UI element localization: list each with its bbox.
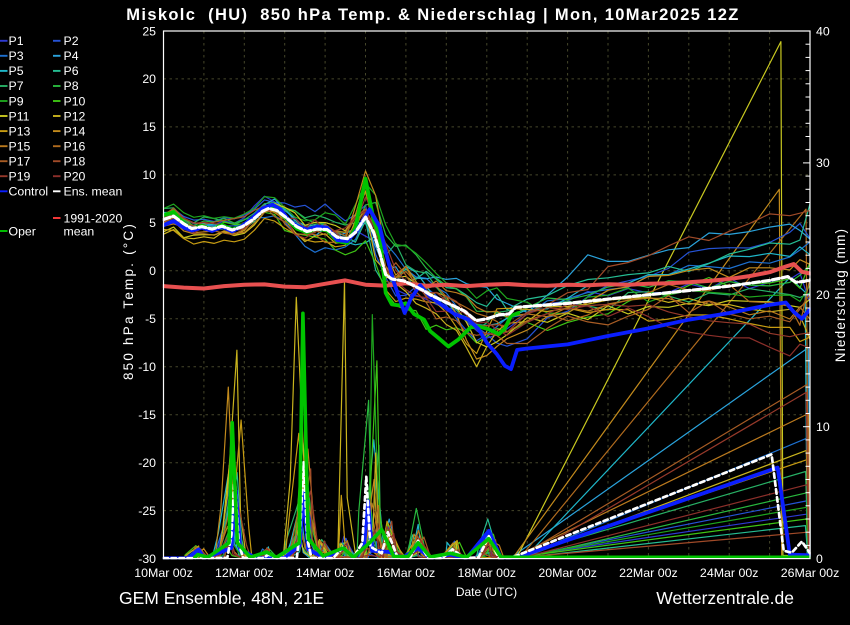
svg-text:30: 30 (816, 156, 830, 170)
svg-text:GEM Ensemble, 48N, 21E: GEM Ensemble, 48N, 21E (119, 588, 324, 608)
svg-text:20: 20 (816, 288, 830, 302)
svg-text:22Mar 00z: 22Mar 00z (619, 566, 678, 580)
svg-text:-15: -15 (138, 408, 156, 422)
svg-text:P6: P6 (64, 64, 79, 78)
svg-text:P5: P5 (9, 64, 24, 78)
svg-text:850 hPa Temp. (°C): 850 hPa Temp. (°C) (121, 222, 136, 380)
svg-text:-10: -10 (138, 360, 156, 374)
svg-text:0: 0 (149, 264, 156, 278)
svg-text:P20: P20 (64, 170, 86, 184)
svg-text:P18: P18 (64, 155, 86, 169)
svg-text:-25: -25 (138, 504, 156, 518)
svg-text:P17: P17 (9, 155, 31, 169)
svg-text:10Mar 00z: 10Mar 00z (134, 566, 193, 580)
svg-text:P10: P10 (64, 94, 86, 108)
svg-text:-30: -30 (138, 552, 156, 566)
svg-text:P2: P2 (64, 34, 79, 48)
svg-text:Ens. mean: Ens. mean (64, 185, 123, 199)
svg-text:26Mar 00z: 26Mar 00z (781, 566, 840, 580)
svg-text:P11: P11 (9, 109, 30, 123)
svg-text:P16: P16 (64, 140, 86, 154)
svg-text:P14: P14 (64, 124, 86, 138)
svg-text:18Mar 00z: 18Mar 00z (458, 566, 517, 580)
svg-text:24Mar 00z: 24Mar 00z (700, 566, 759, 580)
svg-text:20: 20 (142, 72, 156, 86)
svg-text:10: 10 (816, 420, 830, 434)
svg-text:Control: Control (9, 185, 49, 199)
svg-text:P9: P9 (9, 94, 24, 108)
svg-text:25: 25 (142, 24, 156, 38)
svg-text:Niederschlag (mm): Niederschlag (mm) (833, 228, 848, 362)
svg-text:P4: P4 (64, 49, 79, 63)
svg-text:40: 40 (816, 24, 830, 38)
svg-text:P15: P15 (9, 140, 31, 154)
svg-text:15: 15 (142, 120, 156, 134)
svg-text:14Mar 00z: 14Mar 00z (296, 566, 355, 580)
svg-text:P13: P13 (9, 124, 31, 138)
svg-text:P3: P3 (9, 49, 24, 63)
svg-text:-5: -5 (145, 312, 156, 326)
svg-text:12Mar 00z: 12Mar 00z (215, 566, 274, 580)
svg-text:P7: P7 (9, 79, 24, 93)
svg-text:10: 10 (142, 168, 156, 182)
svg-text:P8: P8 (64, 79, 79, 93)
svg-text:P12: P12 (64, 109, 86, 123)
svg-text:Oper: Oper (9, 224, 36, 238)
svg-text:5: 5 (149, 216, 156, 230)
svg-text:P1: P1 (9, 34, 24, 48)
svg-text:P19: P19 (9, 170, 31, 184)
svg-text:Wetterzentrale.de: Wetterzentrale.de (656, 588, 794, 608)
svg-text:Miskolc (HU) 850 hPa Temp. &: Miskolc (HU) 850 hPa Temp. & Niederschla… (126, 6, 739, 24)
svg-text:0: 0 (816, 552, 823, 566)
svg-text:16Mar 00z: 16Mar 00z (377, 566, 436, 580)
svg-text:-20: -20 (138, 456, 156, 470)
svg-text:mean: mean (64, 224, 95, 238)
svg-text:20Mar 00z: 20Mar 00z (538, 566, 597, 580)
svg-text:1991-2020: 1991-2020 (64, 211, 123, 225)
svg-text:Date (UTC): Date (UTC) (456, 585, 517, 599)
